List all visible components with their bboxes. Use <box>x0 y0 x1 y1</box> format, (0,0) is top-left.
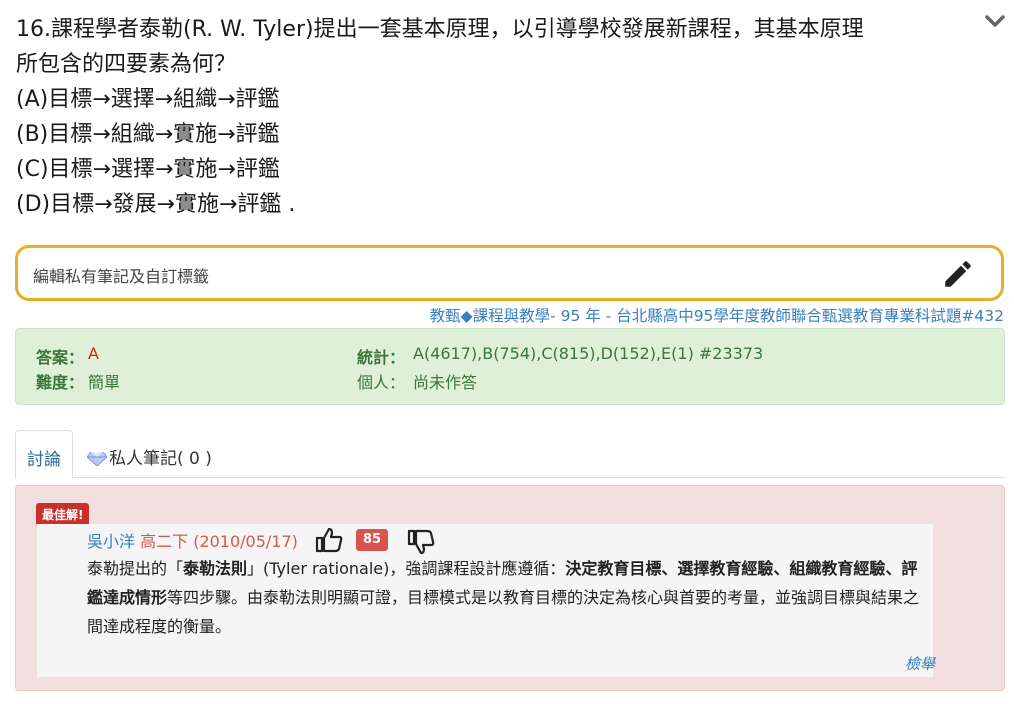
post-body: 泰勒提出的「泰勒法則」(Tyler rationale)，強調課程設計應遵循：決… <box>87 554 933 641</box>
thumbs-down-icon[interactable] <box>407 529 435 555</box>
discussion-tabs: 討論 私人筆記( 0 ) <box>15 430 1005 479</box>
option-b: (B)目標→組織→實施→評鑑 <box>16 122 280 147</box>
pencil-icon[interactable] <box>941 257 975 291</box>
post-header: 吳小洋 高二下 (2010/05/17) <box>87 528 298 552</box>
stats-label: 統計： <box>357 348 406 367</box>
post-text-2: 」(Tyler rationale)，強調課程設計應遵循： <box>247 559 566 578</box>
author-link[interactable]: 吳小洋 <box>87 532 135 551</box>
difficulty-value: 簡單 <box>88 373 121 392</box>
exam-source-link[interactable]: 教甄◆課程與教學- 95 年 - 台北縣高中95學年度教師聯合甄選教育專業科試題… <box>430 304 1004 326</box>
personal-value: 尚未作答 <box>413 373 478 392</box>
personal-label: 個人： <box>357 373 406 392</box>
question-stem-line-2: 所包含的四要素為何？ <box>16 52 237 77</box>
post-meta: 高二下 (2010/05/17) <box>140 532 298 551</box>
question-text: 16.課程學者泰勒(R. W. Tyler)提出一套基本原理，以引導學校發展新課… <box>16 12 976 222</box>
tab-private-notes[interactable]: 私人筆記( 0 ) <box>87 430 212 478</box>
option-c: (C)目標→選擇→實施→評鑑 <box>16 157 280 182</box>
note-placeholder: 編輯私有筆記及自訂標籤 <box>33 267 210 286</box>
stats-value: A(4617),B(754),C(815),D(152),E(1) #23373 <box>413 344 764 363</box>
report-link[interactable]: 檢舉 <box>905 653 935 674</box>
chevron-down-icon[interactable] <box>984 12 1006 30</box>
option-a: (A)目標→選擇→組織→評鑑 <box>16 87 280 112</box>
answer-label: 答案： <box>36 348 85 367</box>
post-bold-1: 泰勒法則 <box>183 559 248 578</box>
difficulty-label: 難度： <box>36 373 85 392</box>
thumbs-up-icon[interactable] <box>315 527 343 553</box>
answer-value: A <box>88 344 99 363</box>
question-stem-line-1: 16.課程學者泰勒(R. W. Tyler)提出一套基本原理，以引導學校發展新課… <box>16 17 864 42</box>
answer-stats-panel: 答案： A 難度： 簡單 統計： A(4617),B(754),C(815),D… <box>15 328 1005 405</box>
post-text-1: 泰勒提出的「 <box>87 559 184 578</box>
option-d: (D)目標→發展→實施→評鑑 . <box>16 192 296 217</box>
tab-discussion[interactable]: 討論 <box>15 430 73 479</box>
tab-private-notes-label: 私人筆記( 0 ) <box>109 449 212 469</box>
discussion-panel: 最佳解! 吳小洋 高二下 (2010/05/17) 85 泰勒提出的「泰勒法則」… <box>15 485 1005 691</box>
private-note-editor[interactable]: 編輯私有筆記及自訂標籤 <box>15 245 1004 301</box>
vote-count: 85 <box>356 529 388 551</box>
answer-post: 吳小洋 高二下 (2010/05/17) 85 泰勒提出的「泰勒法則」(Tyle… <box>37 524 935 677</box>
gem-icon <box>87 452 107 466</box>
post-text-3: 等四步驟。由泰勒法則明顯可證，目標模式是以教育目標的決定為核心與首要的考量，並強… <box>87 588 920 636</box>
best-answer-badge: 最佳解! <box>36 503 90 526</box>
